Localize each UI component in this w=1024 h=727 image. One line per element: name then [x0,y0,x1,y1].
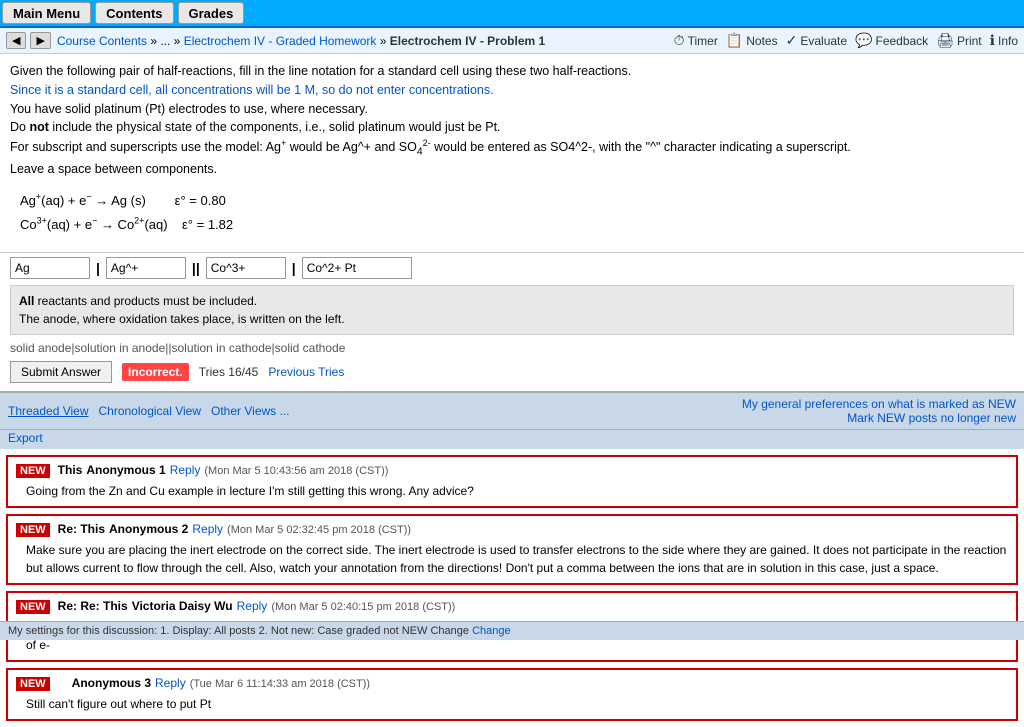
problem-line4: Do not include the physical state of the… [10,118,1014,137]
submit-row: Submit Answer Incorrect. Tries 16/45 Pre… [10,361,1014,383]
separator-2: || [192,260,200,276]
post-1-new-badge: NEW [16,523,50,537]
main-menu-button[interactable]: Main Menu [2,2,91,24]
post-2-new-badge: NEW [16,600,50,614]
discussion-nav: Threaded View Chronological View Other V… [8,404,290,418]
post-2-subject: Re: Re: This [58,599,128,613]
discussion-area: Threaded View Chronological View Other V… [0,391,1024,721]
post-0-new-badge: NEW [16,464,50,478]
breadcrumb-bar: ◀ ▶ Course Contents » ... » Electrochem … [0,28,1024,54]
posts-container: NEW This Anonymous 1 Reply (Mon Mar 5 10… [0,455,1024,721]
notes-icon: 📋 [726,32,743,49]
post-1-header: NEW Re: This Anonymous 2 Reply (Mon Mar … [16,522,1008,537]
bottom-bar: My settings for this discussion: 1. Disp… [0,621,1024,640]
post-3-body: Still can't figure out where to put Pt [16,695,1008,713]
change-settings-link[interactable]: Change [472,625,511,637]
submit-button[interactable]: Submit Answer [10,361,112,383]
post-3-author: Anonymous 3 [72,676,151,690]
feedback-button[interactable]: 💬 Feedback [855,32,928,49]
contents-button[interactable]: Contents [95,2,173,24]
post-0-body: Going from the Zn and Cu example in lect… [16,482,1008,500]
timer-button[interactable]: ⏱ Timer [674,32,718,49]
post-3-timestamp: (Tue Mar 6 11:14:33 am 2018 (CST)) [190,678,370,690]
problem-line2: Since it is a standard cell, all concent… [10,81,1014,100]
discussion-header: Threaded View Chronological View Other V… [0,393,1024,430]
cell-input-3[interactable] [206,257,286,279]
problem-line3: You have solid platinum (Pt) electrodes … [10,100,1014,119]
post-3-new-badge: NEW [16,677,50,691]
cell-input-4[interactable] [302,257,412,279]
post-3: NEW Anonymous 3 Reply (Tue Mar 6 11:14:3… [6,668,1018,721]
post-3-header: NEW Anonymous 3 Reply (Tue Mar 6 11:14:3… [16,676,1008,691]
problem-area: Given the following pair of half-reactio… [0,54,1024,253]
breadcrumb: Course Contents » ... » Electrochem IV -… [57,34,545,48]
forward-arrow-button[interactable]: ▶ [30,32,50,49]
post-3-reply-link[interactable]: Reply [155,676,186,690]
post-0: NEW This Anonymous 1 Reply (Mon Mar 5 10… [6,455,1018,508]
top-navigation: Main Menu Contents Grades [0,0,1024,28]
problem-line6: Leave a space between components. [10,160,1014,179]
electrochem-graded-link[interactable]: Electrochem IV - Graded Homework [184,34,377,48]
course-contents-link[interactable]: Course Contents [57,34,147,48]
mark-no-longer-new-link[interactable]: Mark NEW posts no longer new [847,411,1016,425]
notation-hint: solid anode|solution in anode||solution … [10,341,1014,355]
previous-tries-link[interactable]: Previous Tries [268,365,344,379]
incorrect-badge: Incorrect. [122,363,189,381]
post-2-author: Victoria Daisy Wu [132,599,233,613]
post-1-author: Anonymous 2 [109,522,188,536]
not-bold: not [29,120,48,134]
post-1-timestamp: (Mon Mar 5 02:32:45 pm 2018 (CST)) [227,524,411,536]
post-1: NEW Re: This Anonymous 2 Reply (Mon Mar … [6,514,1018,585]
post-2-timestamp: (Mon Mar 5 02:40:15 pm 2018 (CST)) [271,601,455,613]
evaluate-button[interactable]: ✓ Evaluate [786,32,847,49]
post-1-subject: Re: This [58,522,105,536]
other-views-link[interactable]: Other Views ... [211,404,289,418]
problem-line5: For subscript and superscripts use the m… [10,137,1014,160]
cell-input-1[interactable] [10,257,90,279]
feedback-icon: 💬 [855,32,872,49]
tries-text: Tries 16/45 [199,365,259,379]
reaction1: Ag+(aq) + e− → Ag (s) ε° = 0.80 [20,189,1014,213]
post-0-timestamp: (Mon Mar 5 10:43:56 am 2018 (CST)) [204,465,388,477]
chronological-view-link[interactable]: Chronological View [99,404,202,418]
post-1-reply-link[interactable]: Reply [192,522,223,536]
post-1-body: Make sure you are placing the inert elec… [16,541,1008,577]
post-2-reply-link[interactable]: Reply [237,599,268,613]
separator-1: | [96,260,100,276]
hint-box: All reactants and products must be inclu… [10,285,1014,335]
evaluate-icon: ✓ [786,32,798,49]
general-prefs-link[interactable]: My general preferences on what is marked… [742,397,1016,411]
cell-input-2[interactable] [106,257,186,279]
problem-line1: Given the following pair of half-reactio… [10,62,1014,81]
discussion-export: Export [0,430,1024,449]
reaction2: Co3+(aq) + e− → Co2+(aq) ε° = 1.82 [20,213,1014,237]
half-reactions: Ag+(aq) + e− → Ag (s) ε° = 0.80 Co3+(aq)… [20,189,1014,236]
grades-button[interactable]: Grades [178,2,245,24]
print-icon: 🖨 [936,32,954,49]
current-page-title: Electrochem IV - Problem 1 [390,34,545,48]
right-toolbar: ⏱ Timer 📋 Notes ✓ Evaluate 💬 Feedback 🖨 … [674,32,1018,49]
threaded-view-link[interactable]: Threaded View [8,404,89,418]
post-0-author: Anonymous 1 [86,463,165,477]
export-link[interactable]: Export [8,431,43,445]
post-0-subject: This [58,463,83,477]
notes-button[interactable]: 📋 Notes [726,32,778,49]
hint-bold: All reactants and products must be inclu… [19,294,257,308]
separator-3: | [292,260,296,276]
info-icon: ℹ [990,32,995,49]
timer-icon: ⏱ [674,32,685,49]
info-button[interactable]: ℹ Info [990,32,1018,49]
nav-arrows: ◀ ▶ [6,32,51,49]
post-0-header: NEW This Anonymous 1 Reply (Mon Mar 5 10… [16,463,1008,478]
back-arrow-button[interactable]: ◀ [6,32,26,49]
post-2-header: NEW Re: Re: This Victoria Daisy Wu Reply… [16,599,1008,614]
answer-area: | || | All reactants and products must b… [0,253,1024,391]
print-button[interactable]: 🖨 Print [936,32,981,49]
cell-notation-row: | || | [10,257,1014,279]
post-0-reply-link[interactable]: Reply [170,463,201,477]
discussion-right-links: My general preferences on what is marked… [742,397,1016,425]
